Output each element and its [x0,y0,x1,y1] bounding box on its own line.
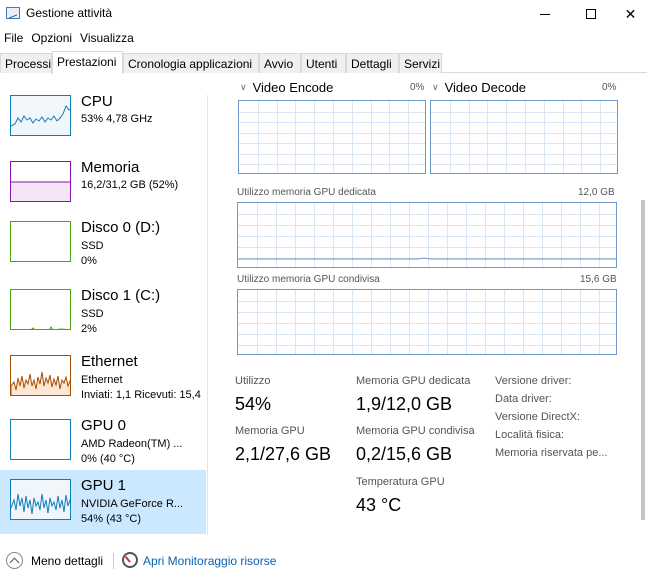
dedicata-label: Memoria GPU dedicata [356,375,471,387]
video-decode-graph [430,100,618,174]
disk1-thumbnail-graph [10,289,71,330]
sidebar-item-gpu-1[interactable]: GPU 1 NVIDIA GeForce R... 54% (43 °C) [0,470,206,534]
utilizzo-label: Utilizzo [235,375,271,387]
tab-servizi[interactable]: Servizi [399,53,442,73]
dedicata-value: 1,9/12,0 GB [356,394,453,414]
shared-memory-graph [237,289,617,355]
sidebar-title: GPU 1 [81,477,127,494]
menu-opzioni[interactable]: Opzioni [27,28,76,48]
utilizzo-value: 54% [235,394,272,414]
tab-processi[interactable]: Processi [0,53,52,73]
temperatura-label: Temperatura GPU [356,476,445,488]
condivisa-value: 0,2/15,6 GB [356,444,453,464]
footer: Meno dettagli Apri Monitoraggio risorse [0,549,647,575]
temperatura-value: 43 °C [356,495,402,515]
engine-name: Video Encode [252,80,334,95]
tab-bar: Processi Prestazioni Cronologia applicaz… [0,51,647,74]
dedicated-graph-label: Utilizzo memoria GPU dedicata [237,187,376,198]
resource-sidebar: CPU 53% 4,78 GHz Memoria 16,2/31,2 GB (5… [0,86,208,538]
menu-visualizza[interactable]: Visualizza [76,28,138,48]
menu-bar: File Opzioni Visualizza [0,28,138,48]
engine-selector-left[interactable]: ∨ Video Encode [240,80,333,95]
chevron-up-icon[interactable] [6,552,23,569]
sidebar-subtitle-2: Inviati: 1,1 Ricevuti: 15,4 [81,389,201,401]
dedicated-memory-graph [237,202,617,268]
info-versione-driver: Versione driver: [495,375,572,387]
memory-thumbnail-graph [10,161,71,202]
tab-prestazioni[interactable]: Prestazioni [52,51,123,74]
gpu0-thumbnail-graph [10,419,71,460]
info-data-driver: Data driver: [495,393,552,405]
sidebar-title: Ethernet [81,353,138,370]
open-resource-monitor-link[interactable]: Apri Monitoraggio risorse [143,554,276,568]
resource-monitor-icon [122,552,138,568]
sidebar-subtitle: Ethernet [81,374,123,386]
sidebar-subtitle: NVIDIA GeForce R... [81,498,184,510]
sidebar-title: CPU [81,93,113,110]
task-manager-icon [6,7,20,19]
engine-name: Video Decode [444,80,527,95]
sidebar-item-ethernet[interactable]: Ethernet Ethernet Inviati: 1,1 Ricevuti:… [0,346,206,412]
minimize-icon [540,13,550,15]
info-versione-directx: Versione DirectX: [495,411,580,423]
sidebar-subtitle: SSD [81,240,104,252]
chevron-down-icon: ∨ [240,82,247,92]
sidebar-item-gpu-0[interactable]: GPU 0 AMD Radeon(TM) ... 0% (40 °C) [0,410,206,476]
sidebar-subtitle: SSD [81,308,104,320]
memoria-gpu-label: Memoria GPU [235,425,305,437]
sidebar-item-memoria[interactable]: Memoria 16,2/31,2 GB (52%) [0,152,206,218]
sidebar-subtitle: 16,2/31,2 GB (52%) [81,179,179,191]
tab-avvio[interactable]: Avvio [259,53,301,73]
chevron-down-icon: ∨ [432,82,439,92]
tab-cronologia-applicazioni[interactable]: Cronologia applicazioni [123,53,259,73]
shared-graph-max: 15,6 GB [580,274,617,285]
less-details-button[interactable]: Meno dettagli [31,554,103,568]
engine-right-percent: 0% [602,82,617,93]
shared-graph-label: Utilizzo memoria GPU condivisa [237,274,380,285]
engine-left-percent: 0% [410,82,425,93]
video-encode-graph [238,100,426,174]
menu-file[interactable]: File [0,28,27,48]
sidebar-subtitle: AMD Radeon(TM) ... [81,438,183,450]
sidebar-item-disco-1[interactable]: Disco 1 (C:) SSD 2% [0,280,206,346]
sidebar-subtitle-2: 54% (43 °C) [81,513,142,525]
condivisa-label: Memoria GPU condivisa [356,425,475,437]
sidebar-item-disco-0[interactable]: Disco 0 (D:) SSD 0% [0,212,206,278]
sidebar-title: Memoria [81,159,140,176]
sidebar-title: Disco 1 (C:) [81,287,161,304]
sidebar-item-cpu[interactable]: CPU 53% 4,78 GHz [0,86,206,152]
right-scrollbar[interactable] [641,200,645,520]
engine-selector-right[interactable]: ∨ Video Decode [432,80,526,95]
maximize-icon [586,9,596,19]
sidebar-title: Disco 0 (D:) [81,219,161,236]
info-localita-fisica: Località fisica: [495,429,565,441]
close-button[interactable]: ✕ [614,0,647,28]
sidebar-title: GPU 0 [81,417,127,434]
sidebar-subtitle-2: 0% (40 °C) [81,453,135,465]
close-icon: ✕ [624,5,637,22]
tab-dettagli[interactable]: Dettagli [346,53,399,73]
window-title: Gestione attività [26,6,113,20]
dedicated-graph-max: 12,0 GB [578,187,615,198]
sidebar-subtitle-2: 0% [81,255,97,267]
maximize-button[interactable] [568,0,614,28]
memoria-gpu-value: 2,1/27,6 GB [235,444,332,464]
info-memoria-riservata: Memoria riservata pe... [495,447,608,459]
sidebar-subtitle: 53% 4,78 GHz [81,113,153,125]
minimize-button[interactable] [522,0,568,28]
title-bar: Gestione attività ✕ [0,0,647,28]
gpu1-thumbnail-graph [10,479,71,520]
cpu-thumbnail-graph [10,95,71,136]
ethernet-thumbnail-graph [10,355,71,396]
disk0-thumbnail-graph [10,221,71,262]
sidebar-subtitle-2: 2% [81,323,97,335]
tab-utenti[interactable]: Utenti [301,53,346,73]
sidebar-divider [207,95,208,535]
footer-divider [113,553,114,569]
